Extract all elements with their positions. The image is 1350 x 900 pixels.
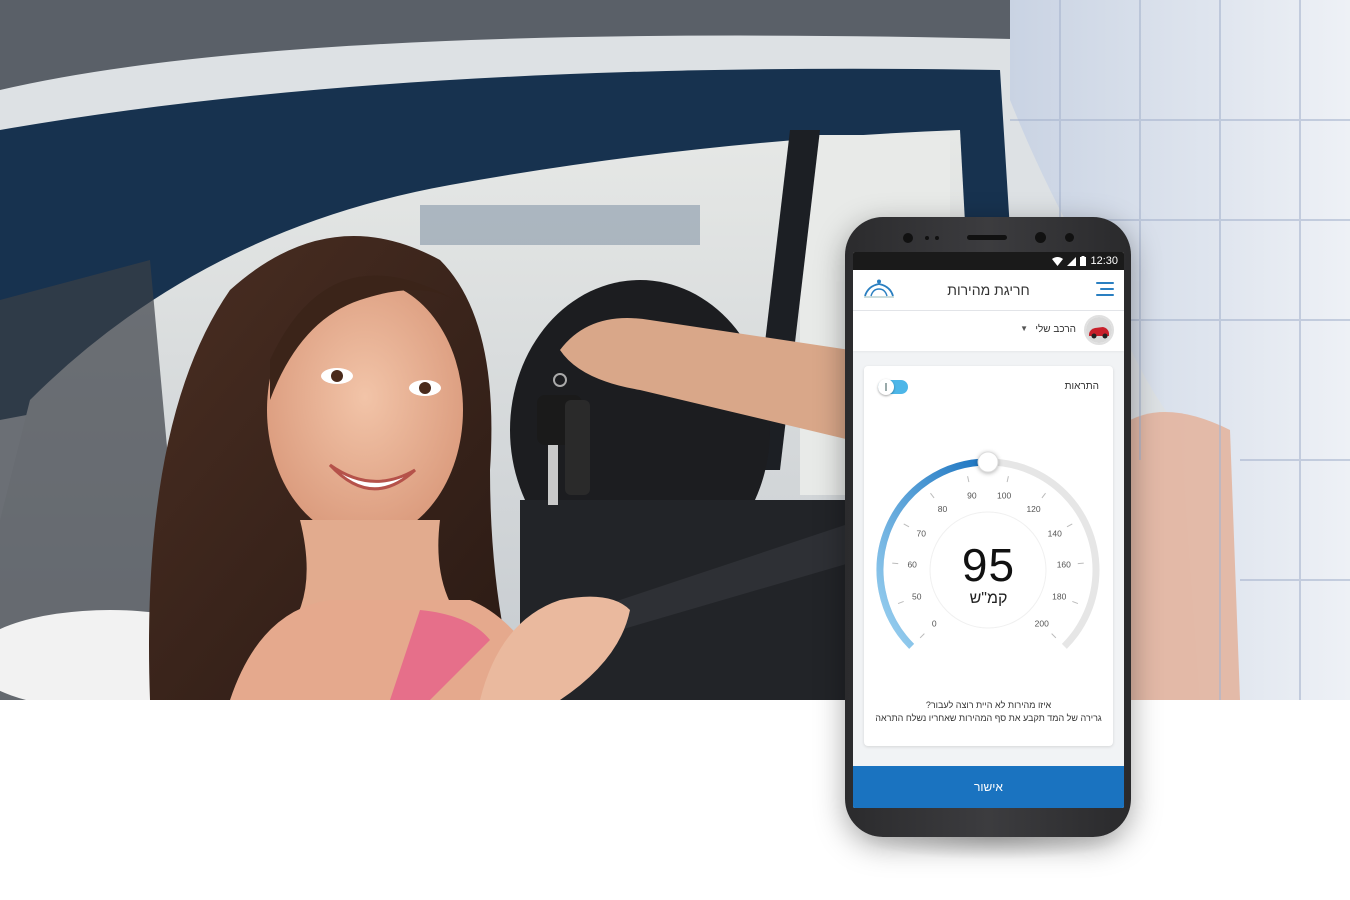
alerts-toggle[interactable] bbox=[878, 379, 908, 395]
camera-lens-icon bbox=[1035, 232, 1046, 243]
wifi-icon bbox=[1052, 256, 1064, 266]
vehicle-label: הרכב שלי bbox=[1035, 324, 1076, 335]
gauge-tick-label: 100 bbox=[997, 491, 1011, 501]
status-bar: 12:30 bbox=[853, 252, 1124, 270]
red-car-icon bbox=[1086, 317, 1112, 343]
gauge-drag-handle[interactable] bbox=[977, 451, 999, 473]
gauge-tick-label: 200 bbox=[1035, 619, 1049, 629]
sensor-icon bbox=[925, 236, 929, 240]
page-title: חריגת מהירות bbox=[947, 282, 1030, 298]
confirm-button[interactable]: אישור bbox=[853, 766, 1124, 808]
toggle-knob[interactable] bbox=[878, 379, 894, 395]
cellular-signal-icon bbox=[1067, 256, 1077, 266]
gauge-tick-label: 80 bbox=[938, 504, 948, 514]
sensor-icon bbox=[935, 236, 939, 240]
gauge-tick bbox=[903, 523, 910, 528]
alerts-label: התראות bbox=[1064, 381, 1099, 392]
hero-image bbox=[0, 0, 1350, 700]
gauge-tick bbox=[919, 633, 925, 639]
vehicle-avatar bbox=[1084, 315, 1114, 345]
gauge-tick bbox=[930, 492, 935, 499]
car-scene-illustration bbox=[0, 0, 1350, 700]
gauge-tick bbox=[967, 476, 970, 483]
gauge-tick bbox=[1041, 492, 1046, 499]
gauge-tick-label: 120 bbox=[1026, 504, 1040, 514]
app-screen: 12:30 חריגת מהירות הרכב שלי ▼ התראות 0 50… bbox=[853, 252, 1124, 808]
gauge-tick-label: 90 bbox=[967, 491, 977, 501]
camera-lens-icon bbox=[1065, 233, 1074, 242]
gauge-tick bbox=[1051, 633, 1057, 639]
hamburger-menu-icon[interactable] bbox=[1096, 282, 1114, 296]
battery-icon bbox=[1080, 256, 1087, 266]
vehicle-selector[interactable]: הרכב שלי ▼ bbox=[853, 311, 1124, 351]
speed-value: 95 bbox=[961, 539, 1016, 591]
front-camera-icon bbox=[903, 233, 913, 243]
gauge-tick bbox=[1066, 523, 1073, 528]
gauge-tick-label: 0 bbox=[932, 619, 937, 629]
status-time: 12:30 bbox=[1090, 255, 1118, 267]
speed-question: איזו מהירות לא היית רוצה לעבור? bbox=[925, 700, 1052, 710]
speed-unit: קמ"ש bbox=[969, 590, 1008, 607]
app-header: חריגת מהירות bbox=[853, 270, 1124, 311]
caret-down-icon[interactable]: ▼ bbox=[1020, 324, 1028, 333]
gauge-tick bbox=[1006, 476, 1009, 483]
speed-hint: גרירה של המד תקבע את סף המהירות שאחריו נ… bbox=[875, 713, 1102, 723]
speaker-grille bbox=[967, 235, 1007, 240]
speed-limit-card: התראות 0 50 60 70 80 90 100 120 140 160 180 200 95 … bbox=[864, 366, 1113, 746]
